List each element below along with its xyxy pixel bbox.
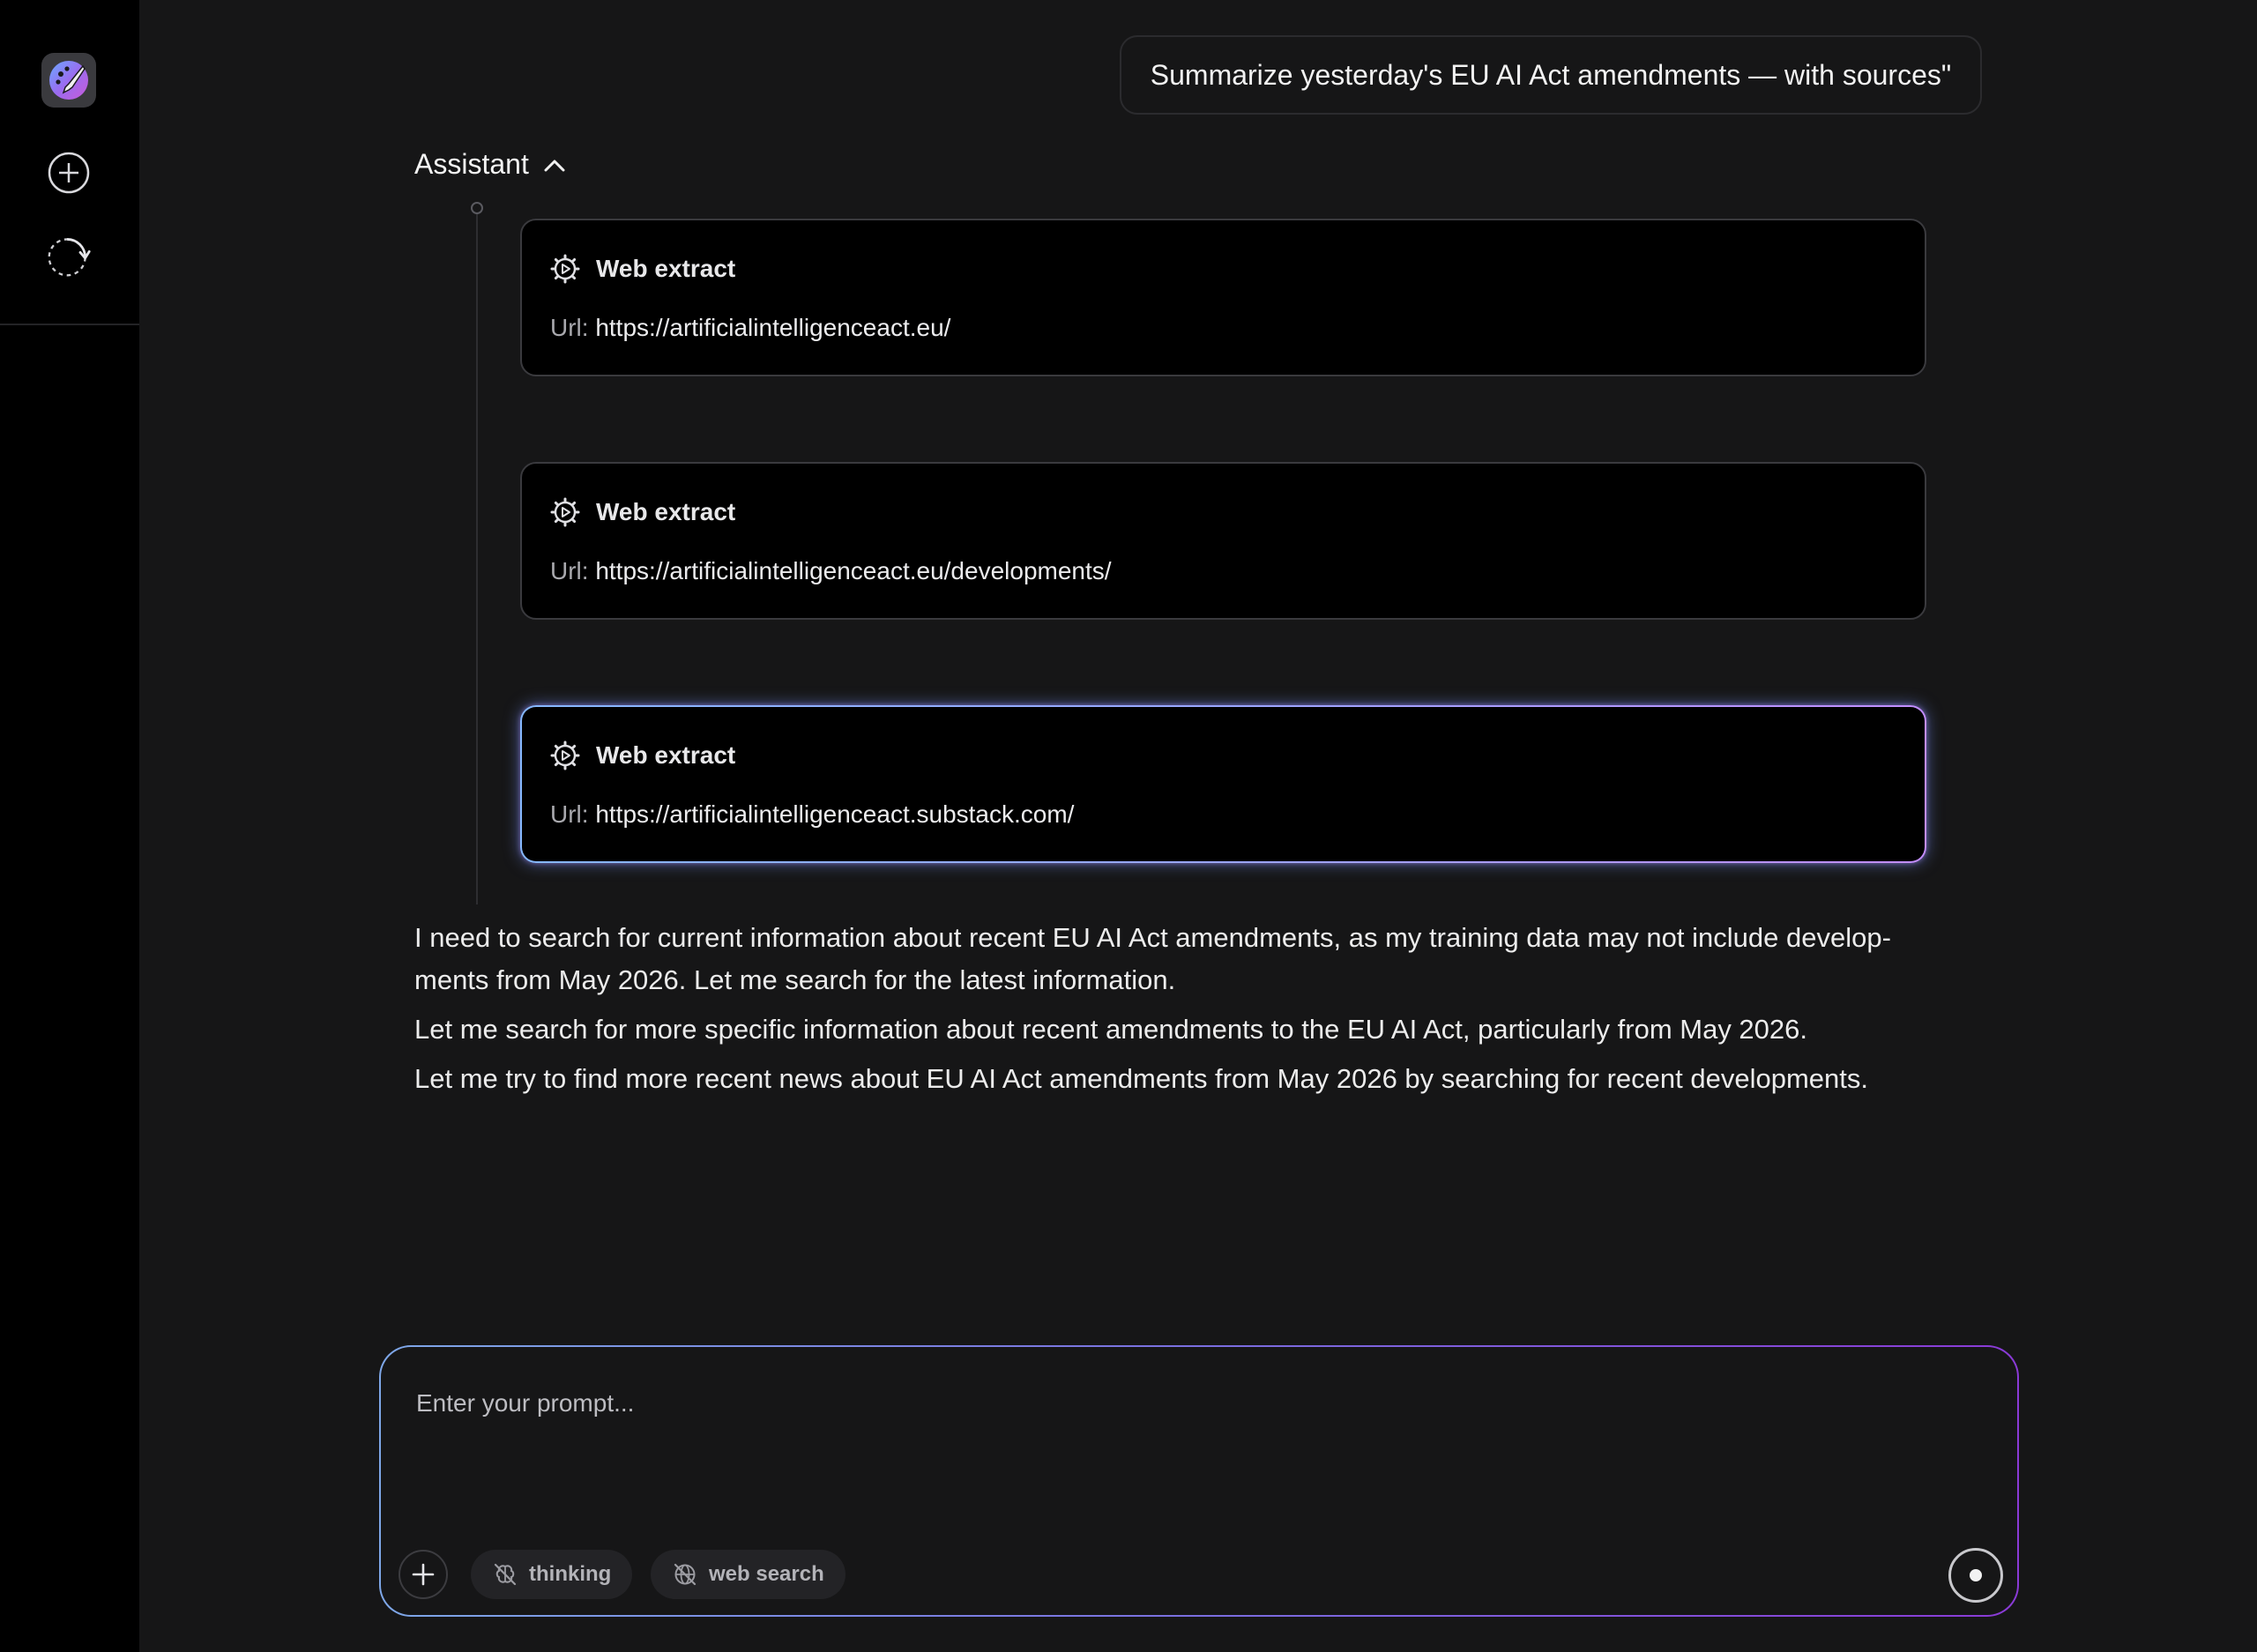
gear-play-icon	[550, 254, 580, 284]
response-paragraph: Let me search for more specific informat…	[414, 1014, 1808, 1045]
palette-brush-icon	[49, 61, 88, 100]
gear-play-icon	[550, 740, 580, 770]
assistant-toggle[interactable]: Assistant	[414, 148, 566, 181]
sidebar-divider	[0, 324, 139, 325]
timeline-line	[476, 208, 478, 904]
web-search-toggle[interactable]: web search	[651, 1550, 845, 1599]
tool-call-url-row: Url: https://artificialintelligenceact.e…	[550, 314, 950, 342]
plus-circle-icon	[48, 152, 90, 194]
app-root: Summarize yesterday's EU AI Act amendmen…	[0, 0, 2257, 1652]
assistant-label: Assistant	[414, 148, 529, 180]
tool-call-title: Web extract	[596, 498, 736, 525]
assistant-response: I need to search for current information…	[414, 917, 1948, 1107]
thinking-label: thinking	[529, 1562, 612, 1586]
thinking-toggle[interactable]: thinking	[471, 1550, 633, 1599]
prompt-input[interactable]	[414, 1380, 1987, 1426]
send-dot-icon	[1970, 1569, 1982, 1581]
new-chat-button[interactable]	[46, 150, 92, 196]
url-label: Url:	[550, 314, 589, 341]
brain-off-icon	[494, 1563, 517, 1586]
history-button[interactable]	[46, 233, 92, 279]
url-label: Url:	[550, 800, 589, 828]
refresh-dashed-icon	[48, 238, 91, 277]
prompt-composer: thinking web search	[379, 1345, 2019, 1617]
tool-call-url: https://artificialintelligenceact.eu/dev…	[595, 557, 1112, 584]
tool-call-title: Web extract	[596, 741, 736, 769]
gear-play-icon	[550, 497, 580, 527]
user-message-text: Summarize yesterday's EU AI Act amendmen…	[1150, 58, 1952, 91]
globe-off-icon	[674, 1563, 696, 1586]
tool-call-card[interactable]: Web extract Url: https://artificialintel…	[520, 462, 1926, 620]
user-message-bubble: Summarize yesterday's EU AI Act amendmen…	[1120, 35, 1982, 115]
tool-call-title: Web extract	[596, 255, 736, 282]
response-paragraph: I need to search for current information…	[414, 922, 1891, 995]
web-search-label: web search	[709, 1562, 824, 1586]
tool-call-url: https://artificialintelligenceact.substa…	[595, 800, 1075, 828]
sidebar	[0, 0, 139, 1652]
url-label: Url:	[550, 557, 589, 584]
tool-call-url-row: Url: https://artificialintelligenceact.s…	[550, 800, 1074, 829]
timeline-dot	[471, 202, 483, 214]
app-logo[interactable]	[41, 53, 96, 108]
chevron-up-icon	[544, 160, 565, 171]
plus-icon	[412, 1563, 435, 1586]
attach-button[interactable]	[399, 1550, 448, 1599]
response-paragraph: Let me try to find more recent news abou…	[414, 1063, 1868, 1094]
tool-call-card[interactable]: Web extract Url: https://artificialintel…	[520, 219, 1926, 376]
tool-call-url: https://artificialintelligenceact.eu/	[595, 314, 951, 341]
tool-call-url-row: Url: https://artificialintelligenceact.e…	[550, 557, 1112, 585]
send-button[interactable]	[1948, 1548, 2003, 1603]
tool-call-card-active[interactable]: Web extract Url: https://artificialintel…	[520, 705, 1926, 863]
